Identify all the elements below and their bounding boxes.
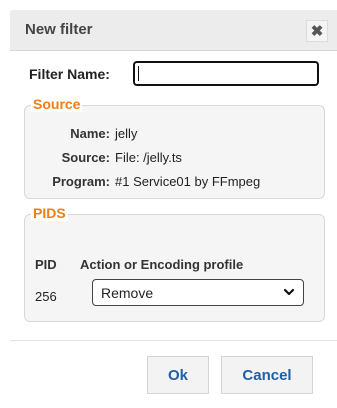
source-name-value: jelly xyxy=(115,126,138,141)
source-source-row: Source: File: /jelly.ts xyxy=(15,150,182,165)
pids-fieldset: PIDS PID Action or Encoding profile 256 … xyxy=(24,205,325,322)
filter-name-row: Filter Name: xyxy=(29,62,110,86)
source-source-value: File: /jelly.ts xyxy=(115,150,182,165)
source-fieldset: Source Name: jelly Source: File: /jelly.… xyxy=(24,96,325,199)
action-select[interactable]: Remove xyxy=(92,279,304,306)
source-program-value: #1 Service01 by FFmpeg xyxy=(115,174,261,189)
source-source-key: Source: xyxy=(61,150,110,165)
footer-divider xyxy=(10,340,337,341)
source-program-row: Program: #1 Service01 by FFmpeg xyxy=(15,174,260,189)
action-select-value: Remove xyxy=(101,284,154,301)
chevron-down-icon xyxy=(283,288,295,296)
cancel-button[interactable]: Cancel xyxy=(221,356,313,394)
pid-column-header: PID xyxy=(35,257,57,272)
source-name-row: Name: jelly xyxy=(15,126,137,141)
source-program-key: Program: xyxy=(52,174,110,189)
filter-name-input[interactable] xyxy=(133,61,319,86)
pids-legend: PIDS xyxy=(31,205,68,221)
close-button[interactable]: ✖ xyxy=(306,20,328,42)
new-filter-dialog: New filter ✖ Filter Name: Source Name: j… xyxy=(0,0,337,408)
action-column-header: Action or Encoding profile xyxy=(80,257,244,272)
dialog-title: New filter xyxy=(25,21,93,38)
filter-name-label: Filter Name: xyxy=(29,66,110,82)
text-caret xyxy=(138,66,139,81)
dialog-titlebar: New filter ✖ xyxy=(10,10,337,51)
pid-value: 256 xyxy=(35,289,57,304)
source-name-key: Name: xyxy=(70,126,110,141)
ok-button[interactable]: Ok xyxy=(147,356,209,394)
source-legend: Source xyxy=(31,96,83,112)
close-icon: ✖ xyxy=(310,23,324,40)
